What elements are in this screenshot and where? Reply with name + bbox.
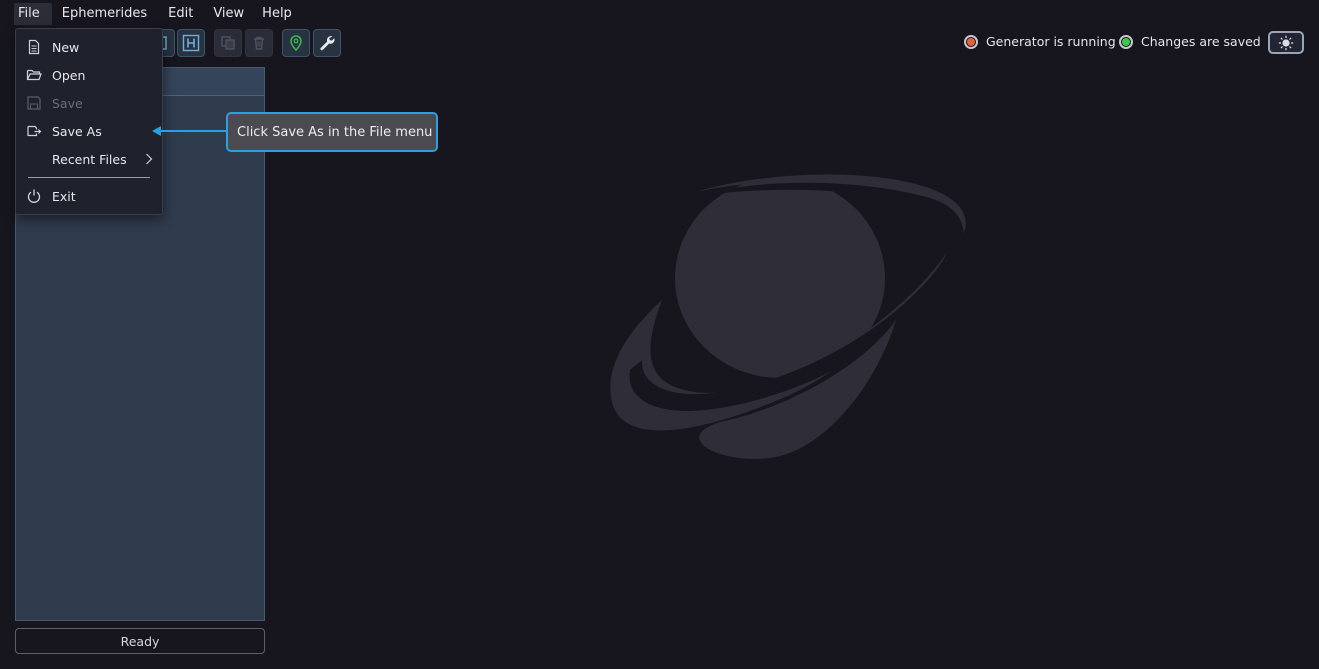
menu-item-label: Open	[52, 67, 86, 83]
menu-ephemerides[interactable]: Ephemerides	[58, 3, 158, 25]
map-pin-icon	[290, 35, 302, 52]
menu-item-save-as[interactable]: Save As	[16, 119, 162, 143]
copy-button[interactable]	[214, 29, 242, 57]
generator-status: Generator is running	[964, 34, 1116, 49]
status-dot-icon	[1119, 34, 1133, 49]
status-bar: Ready	[15, 628, 265, 654]
tooltip-text: Click Save As in the File menu	[237, 124, 433, 140]
status-bar-label: Ready	[120, 633, 160, 649]
saved-status: Changes are saved	[1119, 34, 1261, 49]
menu-item-save: Save	[16, 91, 162, 115]
menu-help[interactable]: Help	[258, 3, 303, 25]
menu-item-new[interactable]: New	[16, 35, 162, 59]
status-dot-icon	[964, 34, 978, 49]
menu-item-label: Exit	[52, 188, 76, 204]
wrench-icon	[320, 36, 335, 51]
menu-view[interactable]: View	[209, 3, 255, 25]
toolbar-button-h[interactable]	[177, 29, 205, 57]
tooltip-pointer	[160, 130, 226, 132]
copy-icon	[221, 36, 235, 50]
menu-item-open[interactable]: Open	[16, 63, 162, 87]
menu-bar: File Ephemerides Edit View Help	[14, 3, 303, 25]
theme-toggle-button[interactable]	[1268, 31, 1304, 54]
location-button[interactable]	[282, 29, 310, 57]
menu-item-label: Recent Files	[52, 151, 127, 167]
sun-icon	[1278, 35, 1294, 50]
menu-item-exit[interactable]: Exit	[16, 184, 162, 208]
arrow-left-icon	[152, 126, 161, 136]
menu-file[interactable]: File	[14, 3, 52, 25]
app-window: File Ephemerides Edit View Help Generato…	[0, 0, 1319, 669]
folder-open-icon	[26, 69, 42, 81]
generator-status-label: Generator is running	[986, 34, 1116, 49]
menu-item-label: New	[52, 39, 80, 55]
delete-button[interactable]	[245, 29, 273, 57]
menu-separator	[28, 177, 150, 178]
file-menu-dropdown: New Open Save Save As Recent Files Exit	[15, 28, 163, 215]
document-icon	[28, 39, 40, 55]
power-icon	[27, 189, 41, 203]
menu-item-recent-files[interactable]: Recent Files	[16, 147, 162, 171]
tutorial-tooltip: Click Save As in the File menu	[226, 112, 438, 152]
save-icon	[27, 96, 41, 110]
chevron-right-icon	[146, 153, 153, 165]
menu-item-label: Save As	[52, 123, 102, 139]
h-icon	[182, 34, 200, 52]
saved-status-label: Changes are saved	[1141, 34, 1261, 49]
menu-edit[interactable]: Edit	[164, 3, 204, 25]
save-as-icon	[27, 125, 42, 137]
menu-item-label: Save	[52, 95, 83, 111]
trash-icon	[254, 36, 264, 50]
planet-logo-icon	[610, 174, 966, 459]
settings-button[interactable]	[313, 29, 341, 57]
